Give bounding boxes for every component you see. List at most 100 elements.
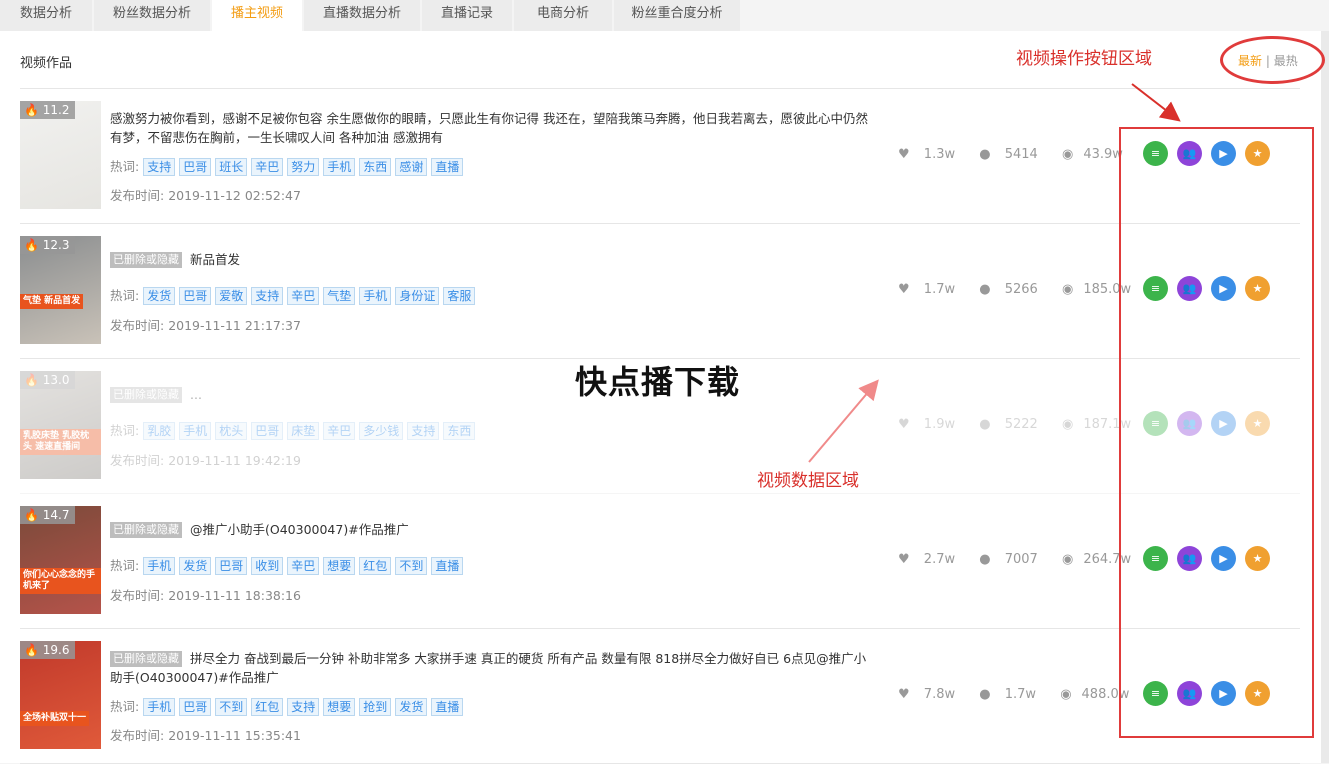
hot-word-tag[interactable]: 支持 — [287, 698, 320, 716]
hot-word-tag[interactable]: 枕头 — [215, 422, 248, 440]
hot-word-tag[interactable]: 乳胶 — [143, 422, 176, 440]
video-thumbnail[interactable]: 🔥 14.7 你们心心念念的手机来了 — [20, 506, 101, 614]
hot-word-tag[interactable]: 努力 — [287, 158, 320, 176]
heart-icon: ♥ — [898, 687, 910, 702]
video-thumbnail[interactable]: 🔥 12.3 气垫 新品首发 — [20, 236, 101, 344]
hot-word-tag[interactable]: 直播 — [431, 557, 464, 575]
hot-word-tag[interactable]: 身份证 — [395, 287, 440, 305]
eye-icon: ◉ — [1061, 282, 1074, 297]
hot-word-tag[interactable]: 想要 — [323, 698, 356, 716]
hot-word-tag[interactable]: 东西 — [359, 158, 392, 176]
hot-word-tag[interactable]: 辛巴 — [251, 158, 284, 176]
heat-score-badge: 🔥 19.6 — [20, 641, 76, 659]
eye-icon: ◉ — [1060, 687, 1072, 702]
annotation-ellipse — [1220, 36, 1325, 84]
likes-count: 7.8w — [923, 687, 956, 702]
publish-time-value: 2019-11-11 19:42:19 — [168, 453, 301, 468]
comments-count: 5266 — [1004, 282, 1038, 297]
hot-word-tag[interactable]: 支持 — [143, 158, 176, 176]
publish-time: 发布时间: 2019-11-11 18:38:16 — [110, 585, 301, 604]
comments-count: 5222 — [1004, 417, 1038, 432]
hot-word-tag[interactable]: 手机 — [179, 422, 212, 440]
hot-word-tag[interactable]: 手机 — [143, 698, 176, 716]
hot-word-tag[interactable]: 巴哥 — [215, 557, 248, 575]
comments-stat: ● 5222 — [979, 417, 1048, 432]
video-thumbnail[interactable]: 🔥 13.0 乳胶床垫 乳胶枕头 速速直播间 — [20, 371, 101, 479]
likes-stat: ♥ 1.7w — [898, 282, 965, 297]
hot-word-tag[interactable]: 辛巴 — [323, 422, 356, 440]
hot-word-tag[interactable]: 发货 — [395, 698, 428, 716]
hot-word-tag[interactable]: 多少钱 — [359, 422, 404, 440]
tab-6[interactable]: 粉丝重合度分析 — [614, 0, 740, 31]
thumbnail-caption: 气垫 新品首发 — [20, 294, 84, 309]
video-stats: ♥ 1.7w ● 5266 ◉ 185.0w — [898, 282, 1151, 297]
hot-word-tag[interactable]: 感谢 — [395, 158, 428, 176]
tab-0[interactable]: 数据分析 — [0, 0, 92, 31]
video-thumbnail[interactable]: 🔥 11.2 — [20, 101, 101, 209]
hot-word-tag[interactable]: 想要 — [323, 557, 356, 575]
hot-word-tag[interactable]: 巴哥 — [251, 422, 284, 440]
hot-word-tag[interactable]: 手机 — [143, 557, 176, 575]
comment-icon: ● — [979, 417, 991, 432]
tab-label: 粉丝数据分析 — [112, 6, 191, 21]
heart-icon: ♥ — [898, 552, 910, 567]
hot-word-tag[interactable]: 气垫 — [323, 287, 356, 305]
hot-word-tag[interactable]: 巴哥 — [179, 287, 212, 305]
section-title: 视频作品 — [20, 56, 73, 71]
publish-time-value: 2019-11-12 02:52:47 — [168, 188, 301, 203]
video-description: 已删除或隐藏 @推广小助手(O40300047)#作品推广 — [110, 520, 870, 539]
comments-stat: ● 7007 — [979, 552, 1048, 567]
publish-time-label: 发布时间: — [110, 728, 165, 743]
thumbnail-caption: 全场补贴双十一 — [20, 711, 90, 726]
heart-icon: ♥ — [898, 147, 910, 162]
tab-label: 数据分析 — [19, 6, 72, 21]
tab-5[interactable]: 电商分析 — [514, 0, 612, 31]
video-stats: ♥ 2.7w ● 7007 ◉ 264.7w — [898, 552, 1151, 567]
tab-4[interactable]: 直播记录 — [422, 0, 512, 31]
hot-word-tag[interactable]: 巴哥 — [179, 698, 212, 716]
publish-time: 发布时间: 2019-11-11 15:35:41 — [110, 725, 301, 744]
hot-word-tag[interactable]: 手机 — [359, 287, 392, 305]
hot-word-tag[interactable]: 班长 — [215, 158, 248, 176]
likes-stat: ♥ 2.7w — [898, 552, 965, 567]
tab-2[interactable]: 播主视频 — [212, 0, 302, 31]
hot-word-tag[interactable]: 辛巴 — [287, 287, 320, 305]
eye-icon: ◉ — [1061, 147, 1074, 162]
hot-word-tag[interactable]: 红包 — [251, 698, 284, 716]
hot-word-tag[interactable]: 支持 — [251, 287, 284, 305]
heat-score: 19.6 — [42, 643, 70, 657]
publish-time-label: 发布时间: — [110, 188, 165, 203]
tab-3[interactable]: 直播数据分析 — [304, 0, 420, 31]
hot-word-tag[interactable]: 发货 — [179, 557, 212, 575]
hot-word-tag[interactable]: 不到 — [395, 557, 428, 575]
hot-word-tag[interactable]: 抢到 — [359, 698, 392, 716]
hot-word-tag[interactable]: 不到 — [215, 698, 248, 716]
video-description: 已删除或隐藏... — [110, 385, 870, 404]
hot-word-tag[interactable]: 直播 — [431, 158, 464, 176]
hot-word-tag[interactable]: 辛巴 — [287, 557, 320, 575]
video-thumbnail[interactable]: 🔥 19.6 全场补贴双十一 — [20, 641, 101, 749]
tab-label: 直播数据分析 — [322, 6, 401, 21]
hot-word-tag[interactable]: 支持 — [407, 422, 440, 440]
eye-icon: ◉ — [1061, 417, 1074, 432]
hot-word-tag[interactable]: 直播 — [431, 698, 464, 716]
comments-stat: ● 5414 — [979, 147, 1048, 162]
tab-bar: 数据分析 粉丝数据分析 播主视频 直播数据分析 直播记录 电商分析 粉丝重合度分析 — [0, 0, 1329, 31]
hot-word-tag[interactable]: 红包 — [359, 557, 392, 575]
hot-word-tag[interactable]: 床垫 — [287, 422, 320, 440]
heat-score-badge: 🔥 12.3 — [20, 236, 76, 254]
scrollbar[interactable] — [1321, 31, 1329, 763]
hot-words: 热词: 手机 发货 巴哥 收到 辛巴 想要 红包 不到 直播 — [110, 556, 467, 575]
hot-word-tag[interactable]: 东西 — [443, 422, 476, 440]
description-text: 拼尽全力 奋战到最后一分钟 补助非常多 大家拼手速 真正的硬货 所有产品 数量有… — [110, 651, 867, 685]
video-stats: ♥ 1.3w ● 5414 ◉ 43.9w — [898, 147, 1143, 162]
heat-score-badge: 🔥 13.0 — [20, 371, 76, 389]
hot-word-tag[interactable]: 客服 — [443, 287, 476, 305]
hot-word-tag[interactable]: 发货 — [143, 287, 176, 305]
hot-word-tag[interactable]: 收到 — [251, 557, 284, 575]
hot-word-tag[interactable]: 爱敬 — [215, 287, 248, 305]
hot-word-tag[interactable]: 巴哥 — [179, 158, 212, 176]
hot-word-tag[interactable]: 手机 — [323, 158, 356, 176]
tab-1[interactable]: 粉丝数据分析 — [94, 0, 210, 31]
comments-count: 5414 — [1004, 147, 1038, 162]
